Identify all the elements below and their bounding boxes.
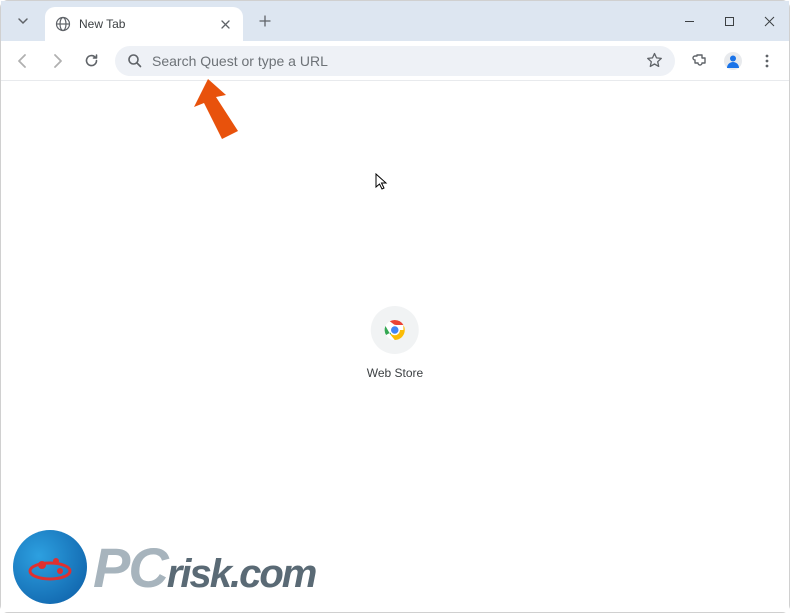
extensions-button[interactable] [683, 45, 715, 77]
address-input[interactable] [152, 53, 646, 69]
shortcut-tile[interactable]: Web Store [367, 306, 423, 380]
close-icon [764, 16, 775, 27]
reload-icon [83, 52, 100, 69]
bookmark-star-icon[interactable] [646, 52, 663, 69]
new-tab-page: Web Store PCrisk.com [1, 81, 789, 612]
close-window-button[interactable] [749, 1, 789, 41]
watermark-text: PCrisk.com [93, 535, 315, 600]
extensions-icon [691, 52, 708, 69]
minimize-icon [684, 16, 695, 27]
browser-tab[interactable]: New Tab [45, 7, 243, 41]
arrow-left-icon [14, 52, 32, 70]
plus-icon [259, 15, 271, 27]
web-store-icon [383, 318, 407, 342]
tab-close-button[interactable] [217, 16, 233, 32]
profile-button[interactable] [717, 45, 749, 77]
annotation-arrow-icon [186, 73, 256, 153]
menu-button[interactable] [751, 45, 783, 77]
shortcut-label: Web Store [367, 366, 423, 380]
kebab-menu-icon [759, 53, 775, 69]
arrow-right-icon [48, 52, 66, 70]
forward-button[interactable] [41, 45, 73, 77]
toolbar [1, 41, 789, 81]
watermark-badge-icon [13, 530, 87, 604]
back-button[interactable] [7, 45, 39, 77]
search-icon [127, 53, 142, 68]
profile-avatar-icon [723, 51, 743, 71]
tab-search-button[interactable] [9, 7, 37, 35]
reload-button[interactable] [75, 45, 107, 77]
maximize-button[interactable] [709, 1, 749, 41]
watermark: PCrisk.com [13, 530, 315, 604]
shortcut-icon-circle [371, 306, 419, 354]
minimize-button[interactable] [669, 1, 709, 41]
chevron-down-icon [17, 15, 29, 27]
new-tab-button[interactable] [251, 7, 279, 35]
close-icon [221, 20, 230, 29]
tab-title: New Tab [79, 17, 217, 31]
cursor-icon [375, 173, 389, 191]
title-bar: New Tab [1, 1, 789, 41]
globe-icon [55, 16, 71, 32]
address-bar[interactable] [115, 46, 675, 76]
window-controls [669, 1, 789, 41]
maximize-icon [724, 16, 735, 27]
